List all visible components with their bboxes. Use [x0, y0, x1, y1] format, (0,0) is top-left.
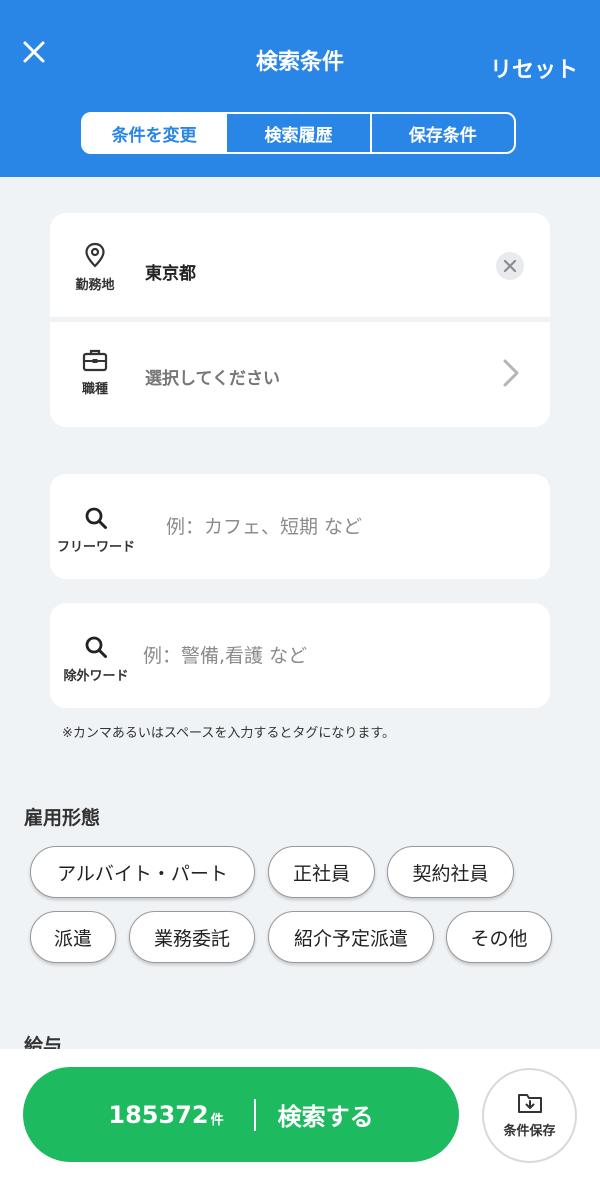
header: 検索条件 リセット 条件を変更 検索履歴 保存条件	[0, 0, 600, 177]
chip-temp-to-hire[interactable]: 紹介予定派遣	[268, 911, 434, 963]
folder-download-icon	[517, 1094, 542, 1113]
tag-hint-note: ※カンマあるいはスペースを入力するとタグになります。	[62, 726, 396, 741]
chip-outsourcing[interactable]: 業務委託	[129, 911, 255, 963]
tab-search-history[interactable]: 検索履歴	[227, 114, 372, 152]
location-jobtype-card: 勤務地 東京都 職種 選択してください	[50, 213, 550, 427]
clear-icon	[503, 259, 517, 273]
result-count-unit: 件	[210, 1113, 224, 1128]
button-separator	[253, 1098, 256, 1131]
result-count: 185372	[108, 1100, 209, 1129]
chip-part-time[interactable]: アルバイト・パート	[30, 846, 255, 898]
search-button[interactable]: 185372 件 検索する	[23, 1067, 459, 1162]
location-pin-icon	[85, 242, 105, 268]
job-type-label: 職種	[81, 382, 108, 397]
chip-dispatch[interactable]: 派遣	[30, 911, 116, 963]
clear-workplace-button[interactable]	[496, 252, 524, 280]
workplace-value: 東京都	[145, 264, 196, 284]
exclude-word-label: 除外ワード	[63, 669, 129, 684]
free-word-input[interactable]	[166, 512, 526, 542]
search-icon	[85, 636, 107, 658]
free-word-card: フリーワード	[50, 474, 550, 579]
search-icon	[85, 507, 107, 529]
tab-bar: 条件を変更 検索履歴 保存条件	[81, 112, 516, 154]
exclude-word-input[interactable]	[143, 641, 523, 671]
job-type-row[interactable]: 職種 選択してください	[50, 322, 550, 426]
job-type-placeholder: 選択してください	[145, 369, 280, 389]
chip-contract[interactable]: 契約社員	[387, 846, 514, 898]
reset-button[interactable]: リセット	[490, 52, 578, 84]
search-button-label: 検索する	[277, 1103, 374, 1131]
tab-change-conditions[interactable]: 条件を変更	[83, 114, 228, 152]
free-word-label: フリーワード	[56, 540, 135, 555]
chip-other[interactable]: その他	[446, 911, 552, 963]
tab-saved-conditions[interactable]: 保存条件	[372, 114, 514, 152]
briefcase-icon	[82, 349, 108, 372]
save-conditions-button[interactable]: 条件保存	[482, 1068, 577, 1163]
chip-full-time[interactable]: 正社員	[268, 846, 375, 898]
workplace-label: 勤務地	[75, 278, 115, 293]
employment-section-title: 雇用形態	[24, 807, 101, 829]
chevron-right-icon	[503, 359, 519, 387]
workplace-row[interactable]: 勤務地 東京都	[50, 213, 550, 317]
exclude-word-card: 除外ワード	[50, 603, 550, 708]
save-conditions-label: 条件保存	[503, 1124, 556, 1139]
